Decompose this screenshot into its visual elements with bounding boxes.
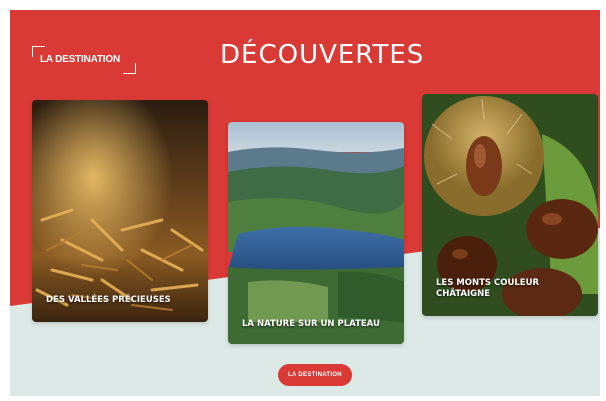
discoveries-section: LA DESTINATION DÉCOUVERTES DES VALLÉES P…: [10, 10, 600, 396]
card-nature-label: LA NATURE SUR UN PLATEAU: [242, 319, 380, 329]
lake-and-hills-aerial-photo: [228, 122, 404, 344]
card-mountains-label: LES MONTS COULEUR CHÂTAIGNE: [436, 278, 540, 299]
card-valleys-label: DES VALLÉES PRÉCIEUSES: [46, 295, 171, 305]
card-valleys[interactable]: DES VALLÉES PRÉCIEUSES: [32, 100, 208, 322]
destination-tag[interactable]: LA DESTINATION: [32, 46, 136, 74]
card-mountains[interactable]: LES MONTS COULEUR CHÂTAIGNE: [422, 94, 598, 316]
golden-metal-pins-photo: [32, 100, 208, 322]
destination-tag-label: LA DESTINATION: [40, 54, 120, 65]
destination-button[interactable]: LA DESTINATION: [278, 364, 352, 386]
page-title: DÉCOUVERTES: [220, 40, 425, 70]
card-nature[interactable]: LA NATURE SUR UN PLATEAU: [228, 122, 404, 344]
tag-corner-bottom-right: [123, 63, 136, 74]
